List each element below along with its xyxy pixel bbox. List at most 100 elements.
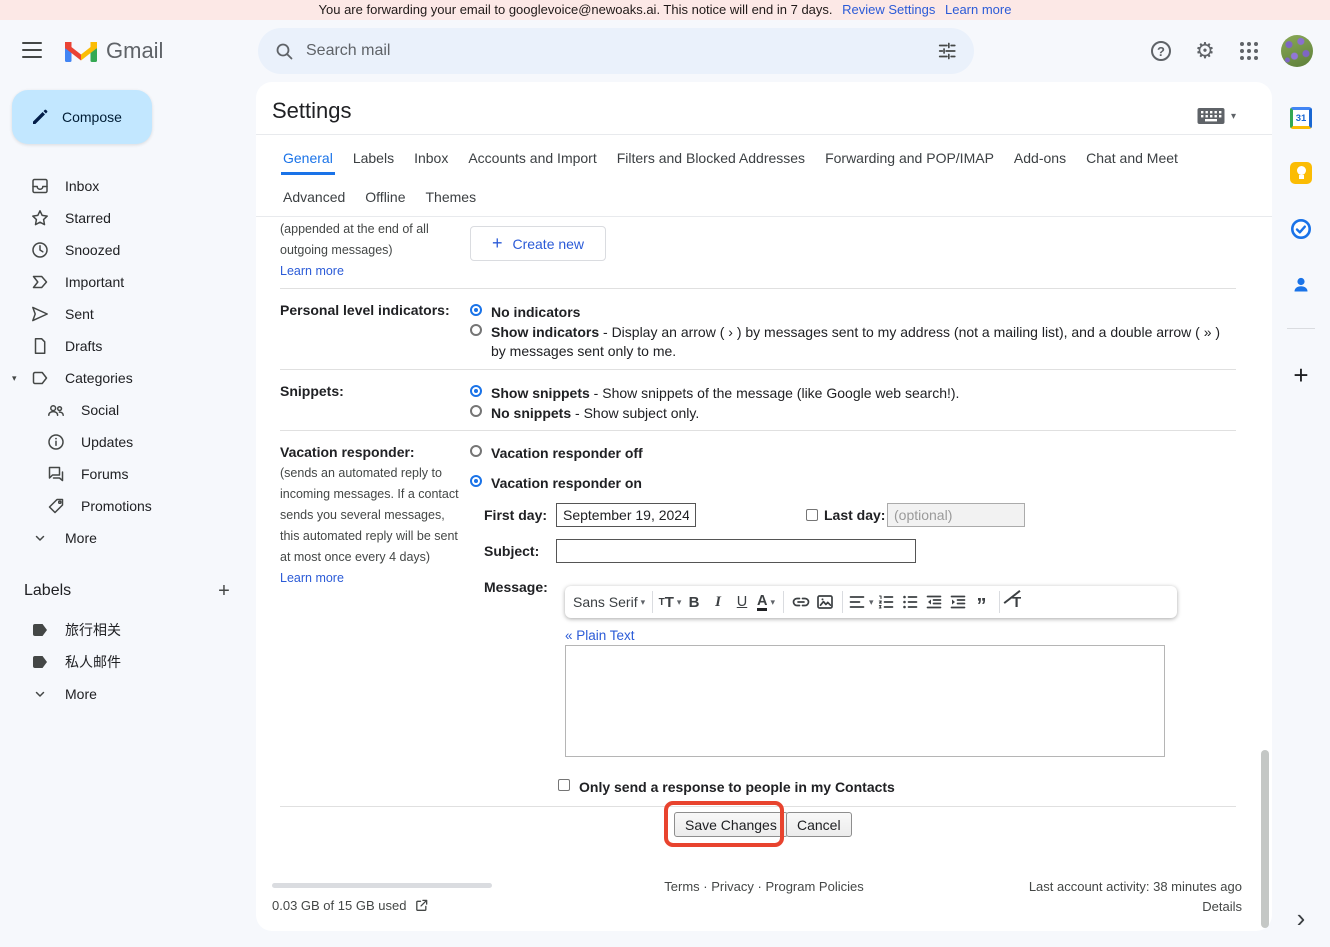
keep-panel-button[interactable] xyxy=(1289,161,1313,185)
radio-unselected-icon[interactable] xyxy=(470,445,482,457)
tab-forwarding-and-pop-imap[interactable]: Forwarding and POP/IMAP xyxy=(823,141,996,175)
tab-general[interactable]: General xyxy=(281,141,335,175)
search-options-tune-icon[interactable] xyxy=(936,40,958,62)
text-size-button[interactable]: TT ▾ xyxy=(658,589,682,615)
bulleted-list-icon xyxy=(901,593,919,611)
tab-filters-and-blocked-addresses[interactable]: Filters and Blocked Addresses xyxy=(615,141,807,175)
last-day-checkbox[interactable] xyxy=(806,509,818,521)
show-side-panel-button[interactable]: › xyxy=(1289,906,1313,930)
compose-button[interactable]: Compose xyxy=(12,90,152,144)
labels-title: Labels xyxy=(24,582,71,600)
tab-accounts-and-import[interactable]: Accounts and Import xyxy=(466,141,598,175)
no-indicators-option: No indicators xyxy=(470,303,580,322)
dropdown-arrow-icon: ▾ xyxy=(770,597,775,608)
create-new-label: Create new xyxy=(512,236,584,252)
first-day-input[interactable] xyxy=(556,503,696,527)
tab-offline[interactable]: Offline xyxy=(363,180,407,214)
search-input[interactable] xyxy=(306,42,924,60)
sidebar-item-categories[interactable]: ▾ Categories xyxy=(0,362,248,394)
calendar-panel-button[interactable]: 31 xyxy=(1289,106,1313,130)
settings-gear-button[interactable]: ⚙ xyxy=(1193,39,1217,63)
cancel-button[interactable]: Cancel xyxy=(786,812,852,837)
option-label: Vacation responder off xyxy=(491,444,643,463)
text-color-button[interactable]: A ▾ xyxy=(754,589,778,615)
compose-label: Compose xyxy=(62,109,122,125)
open-in-new-icon[interactable] xyxy=(414,898,429,913)
label-name: 旅行相关 xyxy=(65,620,121,640)
tab-add-ons[interactable]: Add-ons xyxy=(1012,141,1068,175)
indent-more-button[interactable] xyxy=(946,589,970,615)
tasks-panel-button[interactable] xyxy=(1289,217,1313,241)
insert-photo-button[interactable] xyxy=(813,589,837,615)
sidebar-item-snoozed[interactable]: Snoozed xyxy=(0,234,248,266)
vacation-learn-more-link[interactable]: Learn more xyxy=(280,571,344,585)
labels-more-item[interactable]: More xyxy=(0,678,248,710)
underline-button[interactable]: U xyxy=(730,589,754,615)
tab-inbox[interactable]: Inbox xyxy=(412,141,450,175)
sidebar-item-starred[interactable]: Starred xyxy=(0,202,248,234)
banner-learn-more-link[interactable]: Learn more xyxy=(945,2,1011,17)
search-bar[interactable] xyxy=(258,28,974,74)
plus-icon: + xyxy=(218,580,230,603)
align-button[interactable]: ▾ xyxy=(848,589,874,615)
get-add-ons-button[interactable]: + xyxy=(1289,363,1313,387)
contacts-panel-button[interactable] xyxy=(1289,273,1313,297)
radio-unselected-icon[interactable] xyxy=(470,405,482,417)
account-avatar[interactable] xyxy=(1281,35,1313,67)
expander-arrow-icon[interactable]: ▾ xyxy=(12,373,17,384)
indent-less-button[interactable] xyxy=(922,589,946,615)
tab-themes[interactable]: Themes xyxy=(424,180,479,214)
program-policies-link[interactable]: Program Policies xyxy=(765,879,863,894)
radio-selected-icon[interactable] xyxy=(470,385,482,397)
remove-formatting-button[interactable]: T xyxy=(1005,589,1029,615)
sidebar-item-label: Forums xyxy=(81,466,128,482)
keyboard-icon xyxy=(1197,107,1225,125)
font-dropdown[interactable]: Sans Serif ▾ xyxy=(573,589,647,615)
sidebar-item-social[interactable]: Social xyxy=(0,394,248,426)
sidebar-item-inbox[interactable]: Inbox xyxy=(0,170,248,202)
radio-unselected-icon[interactable] xyxy=(470,324,482,336)
vacation-message-textarea[interactable] xyxy=(565,645,1165,757)
contacts-only-checkbox[interactable] xyxy=(558,779,570,791)
support-button[interactable]: ? xyxy=(1149,39,1173,63)
activity-details-link[interactable]: Details xyxy=(1202,899,1242,914)
last-day-input[interactable] xyxy=(887,503,1025,527)
radio-selected-icon[interactable] xyxy=(470,475,482,487)
bulleted-list-button[interactable] xyxy=(898,589,922,615)
label-item[interactable]: 旅行相关 xyxy=(0,614,248,646)
sidebar-item-updates[interactable]: Updates xyxy=(0,426,248,458)
tab-advanced[interactable]: Advanced xyxy=(281,180,347,214)
tab-labels[interactable]: Labels xyxy=(351,141,396,175)
terms-link[interactable]: Terms xyxy=(664,879,699,894)
review-settings-link[interactable]: Review Settings xyxy=(842,2,935,17)
numbered-list-button[interactable] xyxy=(874,589,898,615)
signature-learn-more-link[interactable]: Learn more xyxy=(280,264,344,278)
plain-text-toggle-link[interactable]: « Plain Text xyxy=(565,628,635,643)
insert-link-button[interactable] xyxy=(789,589,813,615)
sidebar-item-label: More xyxy=(65,530,97,546)
sidebar-item-drafts[interactable]: Drafts xyxy=(0,330,248,362)
main-menu-icon[interactable] xyxy=(22,42,42,58)
bold-button[interactable]: B xyxy=(682,589,706,615)
sidebar-item-important[interactable]: Important xyxy=(0,266,248,298)
italic-button[interactable]: I xyxy=(706,589,730,615)
draft-file-icon xyxy=(30,336,50,356)
radio-selected-icon[interactable] xyxy=(470,304,482,316)
first-day-label: First day: xyxy=(484,507,547,523)
sidebar-item-label: Social xyxy=(81,402,119,418)
create-label-button[interactable]: + xyxy=(212,577,236,605)
sidebar-item-sent[interactable]: Sent xyxy=(0,298,248,330)
input-tools-selector[interactable]: ▾ xyxy=(1197,107,1236,125)
sidebar-item-more[interactable]: More xyxy=(0,522,248,554)
sidebar-item-forums[interactable]: Forums xyxy=(0,458,248,490)
privacy-link[interactable]: Privacy xyxy=(711,879,754,894)
create-new-signature-button[interactable]: + Create new xyxy=(470,226,606,261)
subject-input[interactable] xyxy=(556,539,916,563)
label-item[interactable]: 私人邮件 xyxy=(0,646,248,678)
quote-button[interactable]: ” xyxy=(970,589,994,615)
google-apps-button[interactable] xyxy=(1237,39,1261,63)
scrollbar-thumb[interactable] xyxy=(1261,750,1269,928)
tab-chat-and-meet[interactable]: Chat and Meet xyxy=(1084,141,1180,175)
save-changes-button[interactable]: Save Changes xyxy=(674,812,788,837)
sidebar-item-promotions[interactable]: Promotions xyxy=(0,490,248,522)
